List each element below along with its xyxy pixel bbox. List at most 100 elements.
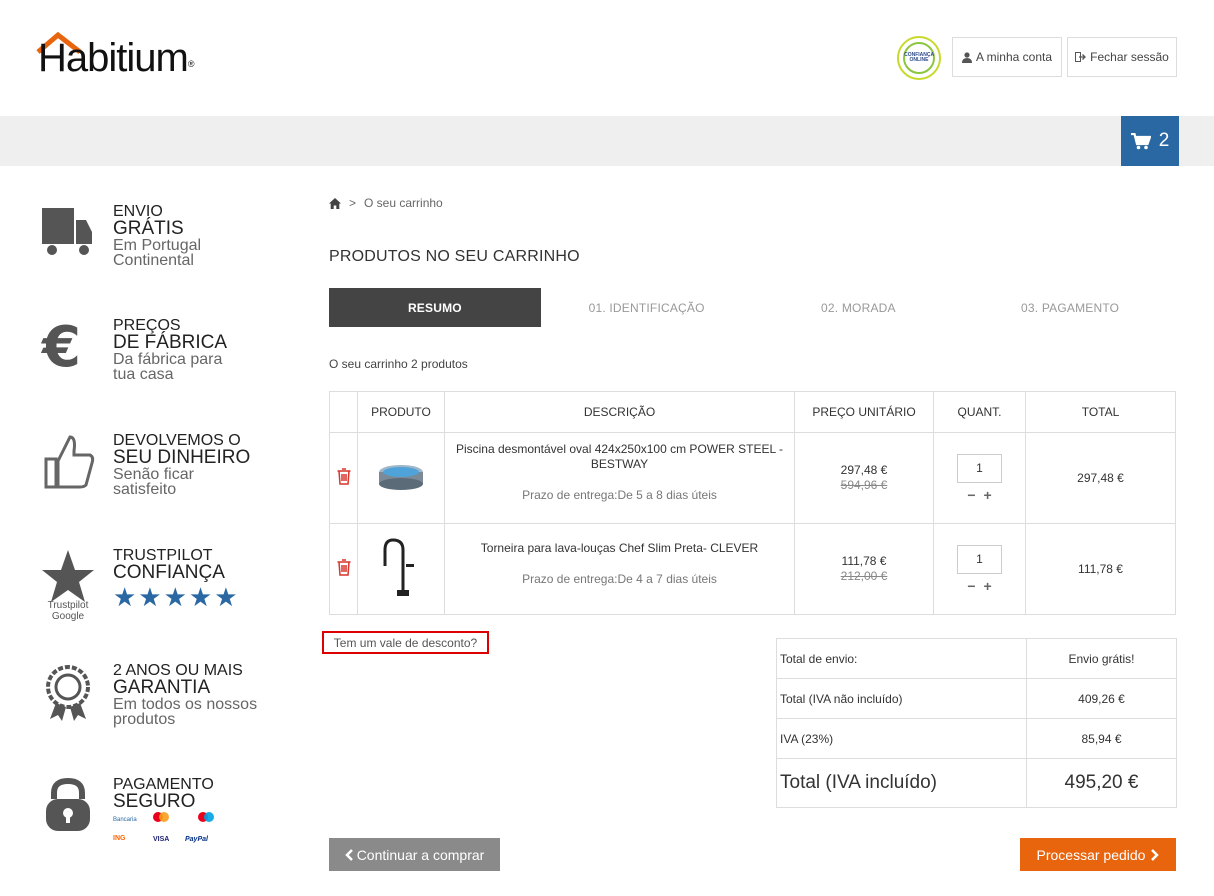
quantity-cell: 1 −+ bbox=[933, 523, 1026, 615]
feature-line2: CONFIANÇA bbox=[113, 562, 225, 583]
table-row: Torneira para lava-louças Chef Slim Pret… bbox=[329, 523, 1176, 615]
header-description: DESCRIÇÃO bbox=[444, 391, 795, 433]
breadcrumb-current: O seu carrinho bbox=[364, 196, 443, 210]
line-total: 111,78 € bbox=[1025, 523, 1176, 615]
product-image-cell bbox=[357, 523, 445, 615]
star-icon: TrustpilotGoogle bbox=[42, 550, 94, 622]
faucet-product-image[interactable] bbox=[381, 536, 421, 600]
header-product: PRODUTO bbox=[357, 391, 445, 433]
feature-line2: DE FÁBRICA bbox=[113, 332, 228, 353]
my-account-label: A minha conta bbox=[975, 50, 1053, 64]
shipping-value: Envio grátis! bbox=[1026, 638, 1177, 679]
description-cell: Torneira para lava-louças Chef Slim Pret… bbox=[444, 523, 795, 615]
minus-icon[interactable]: − bbox=[967, 578, 983, 594]
feature-secure-payment: PAGAMENTO SEGURO Bancaria ING VISA PayPa… bbox=[40, 777, 280, 867]
totals-table: Total de envio: Envio grátis! Total (IVA… bbox=[776, 638, 1177, 808]
plus-icon[interactable]: + bbox=[984, 487, 1000, 503]
feature-line3a: Em todos os nossos bbox=[113, 696, 258, 713]
feature-line2: SEU DINHEIRO bbox=[113, 447, 251, 468]
net-total-row: Total (IVA não incluído) 409,26 € bbox=[776, 678, 1177, 719]
plus-icon[interactable]: + bbox=[984, 578, 1000, 594]
my-account-button[interactable]: A minha conta bbox=[952, 37, 1062, 77]
product-image-cell bbox=[357, 432, 445, 524]
delivery-time: Prazo de entrega:De 5 a 8 dias úteis bbox=[522, 488, 717, 502]
delete-cell bbox=[329, 523, 358, 615]
header-total: TOTAL bbox=[1025, 391, 1176, 433]
process-order-button[interactable]: Processar pedido bbox=[1020, 838, 1176, 871]
process-order-label: Processar pedido bbox=[1036, 846, 1146, 863]
pool-product-image[interactable] bbox=[376, 462, 426, 492]
unit-price-cell: 111,78 € 212,00 € bbox=[794, 523, 934, 615]
thumbs-up-icon bbox=[44, 435, 95, 489]
euro-icon: € bbox=[40, 318, 81, 378]
product-name[interactable]: Torneira para lava-louças Chef Slim Pret… bbox=[445, 541, 794, 556]
net-total-label: Total (IVA não incluído) bbox=[776, 678, 1027, 719]
feature-line2: GRÁTIS bbox=[113, 218, 184, 239]
quantity-input[interactable]: 1 bbox=[957, 453, 1002, 483]
quantity-stepper: −+ bbox=[934, 578, 1025, 594]
step-payment[interactable]: 03. PAGAMENTO bbox=[964, 288, 1176, 327]
feature-money-back: DEVOLVEMOS O SEU DINHEIRO Senão ficar sa… bbox=[40, 433, 280, 523]
discount-voucher-link[interactable]: Tem um vale de desconto? bbox=[322, 631, 489, 654]
product-name[interactable]: Piscina desmontável oval 424x250x100 cm … bbox=[445, 442, 794, 472]
feature-line3a: Em Portugal bbox=[113, 237, 202, 254]
chevron-left-icon bbox=[344, 848, 353, 861]
feature-trustpilot: Trustpilot Google TRUSTPILOT CONFIANÇA ★★… bbox=[40, 548, 280, 638]
quantity-cell: 1 −+ bbox=[933, 432, 1026, 524]
breadcrumb-separator: > bbox=[349, 196, 357, 210]
step-identification[interactable]: 01. IDENTIFICAÇÃO bbox=[541, 288, 753, 327]
checkout-steps: RESUMO 01. IDENTIFICAÇÃO 02. MORADA 03. … bbox=[329, 288, 1176, 327]
shipping-label: Total de envio: bbox=[776, 638, 1027, 679]
breadcrumb: > O seu carrinho bbox=[329, 196, 443, 210]
logout-label: Fechar sessão bbox=[1090, 50, 1169, 64]
badge-text: CONFIANÇA ONLINE bbox=[903, 42, 935, 74]
shipping-row: Total de envio: Envio grátis! bbox=[776, 638, 1177, 679]
svg-text:PayPal: PayPal bbox=[185, 836, 209, 843]
svg-text:VISA: VISA bbox=[153, 836, 169, 843]
unit-price: 297,48 € bbox=[840, 463, 888, 477]
svg-text:ING: ING bbox=[113, 835, 126, 842]
svg-text:Trustpilot: Trustpilot bbox=[48, 600, 89, 611]
continue-shopping-button[interactable]: Continuar a comprar bbox=[329, 838, 500, 871]
feature-line3b: tua casa bbox=[113, 366, 174, 383]
net-total-value: 409,26 € bbox=[1026, 678, 1177, 719]
cart-summary: O seu carrinho 2 produtos bbox=[329, 357, 468, 371]
feature-line3b: Continental bbox=[113, 252, 194, 269]
logout-button[interactable]: Fechar sessão bbox=[1067, 37, 1177, 77]
unit-price: 111,78 € bbox=[841, 554, 887, 568]
line-total: 297,48 € bbox=[1025, 432, 1176, 524]
svg-text:Bancaria: Bancaria bbox=[113, 817, 137, 823]
feature-line3b: satisfeito bbox=[113, 481, 177, 498]
minus-icon[interactable]: − bbox=[967, 487, 983, 503]
grand-total-label: Total (IVA incluído) bbox=[776, 758, 1027, 808]
grand-total-row: Total (IVA incluído) 495,20 € bbox=[776, 758, 1177, 808]
page-title: PRODUTOS NO SEU CARRINHO bbox=[329, 248, 580, 265]
trash-icon[interactable] bbox=[337, 559, 351, 576]
step-address[interactable]: 02. MORADA bbox=[753, 288, 965, 327]
description-cell: Piscina desmontável oval 424x250x100 cm … bbox=[444, 432, 795, 524]
lock-icon bbox=[46, 777, 90, 831]
quantity-input[interactable]: 1 bbox=[957, 544, 1002, 574]
svg-text:Google: Google bbox=[52, 611, 85, 622]
feature-line3a: Da fábrica para bbox=[113, 351, 223, 368]
vat-row: IVA (23%) 85,94 € bbox=[776, 718, 1177, 759]
home-icon[interactable] bbox=[329, 197, 341, 209]
logo-text: Habitium® bbox=[38, 36, 194, 80]
delivery-time: Prazo de entrega:De 4 a 7 dias úteis bbox=[522, 571, 717, 586]
cart-button[interactable]: 2 bbox=[1121, 116, 1179, 166]
step-summary[interactable]: RESUMO bbox=[329, 288, 541, 327]
header-unit-price: PREÇO UNITÁRIO bbox=[794, 391, 934, 433]
old-price: 594,96 € bbox=[840, 478, 888, 492]
payment-logos: Bancaria ING VISA PayPal bbox=[113, 812, 214, 843]
shopping-cart-icon bbox=[1130, 132, 1151, 149]
feature-line2: GARANTIA bbox=[113, 677, 211, 698]
user-icon bbox=[961, 51, 972, 63]
truck-icon bbox=[42, 208, 92, 255]
cart-table: PRODUTO DESCRIÇÃO PREÇO UNITÁRIO QUANT. … bbox=[329, 391, 1176, 615]
confianca-online-badge[interactable]: CONFIANÇA ONLINE bbox=[897, 36, 941, 80]
nav-bar bbox=[0, 116, 1214, 166]
header-delete bbox=[329, 391, 358, 433]
habitium-logo[interactable]: Habitium® bbox=[36, 32, 194, 80]
feature-line3b: produtos bbox=[113, 711, 176, 728]
trash-icon[interactable] bbox=[337, 468, 351, 485]
